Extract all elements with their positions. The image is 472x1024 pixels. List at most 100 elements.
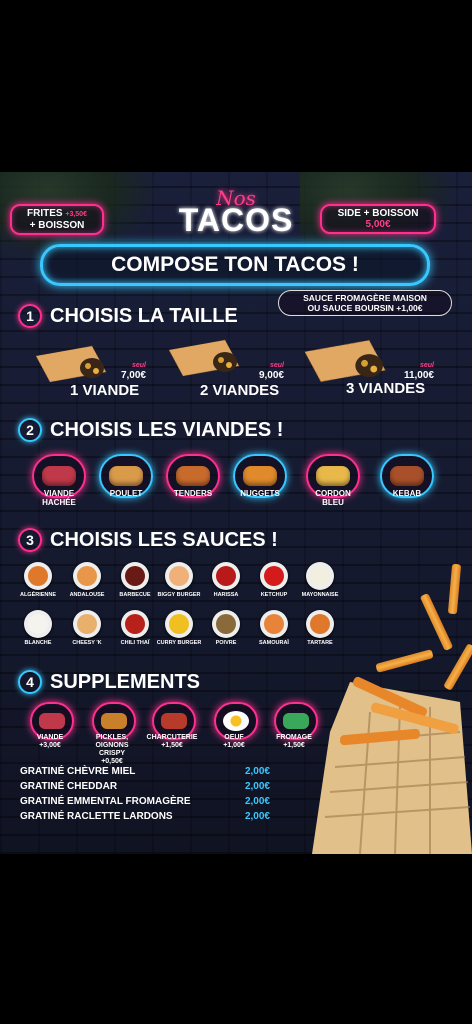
gratine-price: 2,00€ <box>244 781 270 792</box>
gratine-label: GRATINÉ RACLETTE LARDONS <box>20 811 173 822</box>
sauce-label: MAYONNAISE <box>301 592 339 598</box>
step4-number: 4 <box>18 670 42 694</box>
sauce-note: SAUCE FROMAGÈRE MAISON OU SAUCE BOURSIN … <box>278 290 452 316</box>
chicken-strips-icon <box>109 466 143 486</box>
price-value: 7,00€ <box>120 370 146 381</box>
sauce-label: TARTARE <box>307 640 333 646</box>
meat-label: TENDERS <box>158 489 228 498</box>
step4-title: SUPPLEMENTS <box>50 670 201 693</box>
gratine-price: 2,00€ <box>244 766 270 777</box>
meat-label-line1: KEBAB <box>392 489 422 498</box>
kebab-icon <box>390 466 424 486</box>
size3-price: seul 11,00€ <box>390 362 434 381</box>
sauce-label: SAMOURAÏ <box>259 640 289 646</box>
gratine-price: 2,00€ <box>244 811 270 822</box>
sauce-label: HARISSA <box>213 592 239 598</box>
sauce-label: CHILI THAÏ <box>120 640 150 646</box>
sauce-pot-icon <box>212 610 240 638</box>
gratine-row: GRATINÉ RACLETTE LARDONS 2,00€ <box>20 811 270 822</box>
egg-icon <box>223 711 249 731</box>
sauce-note-line1: SAUCE FROMAGÈRE MAISON <box>303 293 427 303</box>
supplement-name: OEUF <box>224 734 244 741</box>
meat-label-line2: HACHÉE <box>42 498 76 507</box>
seul-label: seul <box>269 362 284 369</box>
size2-label: 2 VIANDES <box>200 382 280 399</box>
gratine-row: GRATINÉ CHEDDAR 2,00€ <box>20 781 270 792</box>
size2-price: seul 9,00€ <box>242 362 284 381</box>
compose-banner: COMPOSE TON TACOS ! <box>40 244 430 286</box>
cheese-icon <box>283 713 309 729</box>
supplement-label: VIANDE +3,00€ <box>20 734 80 750</box>
step2-number: 2 <box>18 418 42 442</box>
price-value: 9,00€ <box>258 370 284 381</box>
meat-label-line1: CORDON <box>315 489 351 498</box>
sauce-label: ALGÉRIENNE <box>19 592 57 598</box>
step3-heading: 3 CHOISIS LES SAUCES ! <box>18 528 278 552</box>
step2-title: CHOISIS LES VIANDES ! <box>50 418 284 441</box>
sauce-pot-icon <box>121 562 149 590</box>
sauce-pot-icon <box>306 562 334 590</box>
sauce-label: POIVRE <box>215 640 237 646</box>
supplement-label: OEUF +1,00€ <box>204 734 264 750</box>
taco-image <box>35 345 107 383</box>
sauce-pot-icon <box>73 562 101 590</box>
meat-label-line1: VIANDE <box>43 489 75 498</box>
meat-label: KEBAB <box>372 489 442 498</box>
supplement-name: VIANDE <box>36 734 64 741</box>
fries-decoration <box>447 563 462 615</box>
ground-meat-icon <box>39 713 65 729</box>
nuggets-icon <box>243 466 277 486</box>
gratine-price: 2,00€ <box>244 796 270 807</box>
supplement-price: +3,00€ <box>39 742 61 749</box>
meat-label-line1: NUGGETS <box>240 489 280 498</box>
seul-label: seul <box>131 362 146 369</box>
fries-decoration <box>375 649 434 673</box>
sauce-pot-icon <box>306 610 334 638</box>
gratine-row: GRATINÉ CHÈVRE MIEL 2,00€ <box>20 766 270 777</box>
gratine-label: GRATINÉ CHEDDAR <box>20 781 118 792</box>
meat-label: VIANDE HACHÉE <box>24 489 94 507</box>
page-title: TACOS <box>178 202 294 238</box>
taco-image <box>304 339 386 383</box>
size3-label: 3 VIANDES <box>346 380 426 397</box>
cordon-bleu-icon <box>316 466 350 486</box>
supplement-name: PICKLES, OIGNONS CRISPY <box>95 734 129 757</box>
meat-label: NUGGETS <box>225 489 295 498</box>
sauce-pot-icon <box>73 610 101 638</box>
meat-label: POULET <box>91 489 161 498</box>
ground-meat-icon <box>42 466 76 486</box>
gratine-label: GRATINÉ EMMENTAL FROMAGÈRE <box>20 796 191 807</box>
sauce-label: BARBECUE <box>119 592 151 598</box>
tenders-icon <box>176 466 210 486</box>
supplement-label: FROMAGE +1,50€ <box>264 734 324 750</box>
sauce-pot-icon <box>24 610 52 638</box>
sauce-label: BIGGY BURGER <box>157 592 201 598</box>
supplement-label: CHARCUTERIE +1,50€ <box>142 734 202 750</box>
step3-number: 3 <box>18 528 42 552</box>
sauce-pot-icon <box>165 562 193 590</box>
step1-title: CHOISIS LA TAILLE <box>50 304 238 327</box>
supplement-name: FROMAGE <box>276 734 312 741</box>
sauce-label: KETCHUP <box>260 592 288 598</box>
supplement-label: PICKLES, OIGNONS CRISPY +0,50€ <box>82 734 142 766</box>
big-taco-image <box>312 676 472 854</box>
sauce-pot-icon <box>260 610 288 638</box>
supplement-price: +1,00€ <box>223 742 245 749</box>
supplement-price: +0,50€ <box>101 758 123 765</box>
sauce-label: ANDALOUSE <box>69 592 105 598</box>
meat-label: CORDON BLEU <box>298 489 368 507</box>
taco-image <box>168 339 240 377</box>
meat-label-line1: TENDERS <box>173 489 213 498</box>
sauce-label: CHEESY 'K <box>72 640 102 646</box>
size1-label: 1 VIANDE <box>70 382 140 399</box>
supplement-name: CHARCUTERIE <box>146 734 198 741</box>
meat-label-line2: BLEU <box>322 498 344 507</box>
sauce-label: CURRY BURGER <box>156 640 202 646</box>
step4-heading: 4 SUPPLEMENTS <box>18 670 200 694</box>
step1-heading: 1 CHOISIS LA TAILLE <box>18 304 238 328</box>
sauce-pot-icon <box>121 610 149 638</box>
gratine-row: GRATINÉ EMMENTAL FROMAGÈRE 2,00€ <box>20 796 270 807</box>
step3-title: CHOISIS LES SAUCES ! <box>50 528 278 551</box>
meat-label-line1: POULET <box>109 489 143 498</box>
sauce-pot-icon <box>24 562 52 590</box>
